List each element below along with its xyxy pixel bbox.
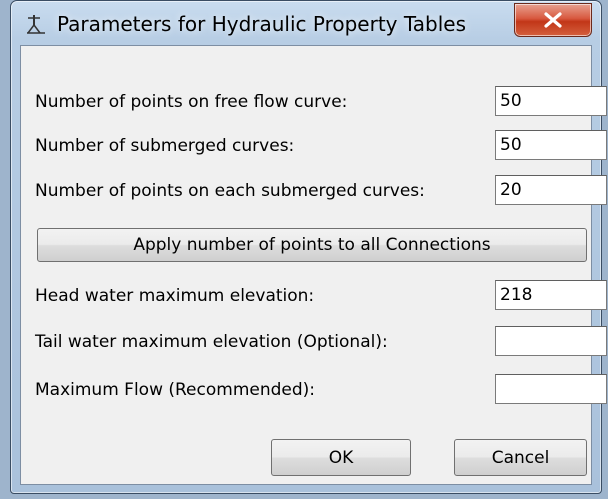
cancel-button[interactable]: Cancel xyxy=(454,439,587,476)
free-flow-points-label: Number of points on free flow curve: xyxy=(35,92,348,112)
head-water-max-label: Head water maximum elevation: xyxy=(35,286,315,306)
free-flow-points-input[interactable] xyxy=(495,86,607,116)
hydraulic-parameters-dialog: Parameters for Hydraulic Property Tables… xyxy=(10,0,607,494)
apply-to-all-connections-button[interactable]: Apply number of points to all Connection… xyxy=(37,228,587,262)
points-each-submerged-input[interactable] xyxy=(495,175,607,205)
tail-water-max-input[interactable] xyxy=(495,326,607,356)
tail-water-max-label: Tail water maximum elevation (Optional): xyxy=(35,332,388,352)
title-bar[interactable]: Parameters for Hydraulic Property Tables xyxy=(11,1,601,45)
ok-button[interactable]: OK xyxy=(271,439,411,476)
head-water-max-input[interactable] xyxy=(495,280,607,310)
dialog-title: Parameters for Hydraulic Property Tables xyxy=(57,12,467,36)
points-each-submerged-label: Number of points on each submerged curve… xyxy=(35,181,425,201)
close-button[interactable] xyxy=(514,3,592,37)
maximum-flow-input[interactable] xyxy=(495,374,607,404)
submerged-curves-label: Number of submerged curves: xyxy=(35,136,295,156)
maximum-flow-label: Maximum Flow (Recommended): xyxy=(35,380,316,400)
hydraulic-structure-icon xyxy=(25,13,47,35)
submerged-curves-input[interactable] xyxy=(495,130,607,160)
dialog-content: Number of points on free flow curve: Num… xyxy=(20,45,607,485)
